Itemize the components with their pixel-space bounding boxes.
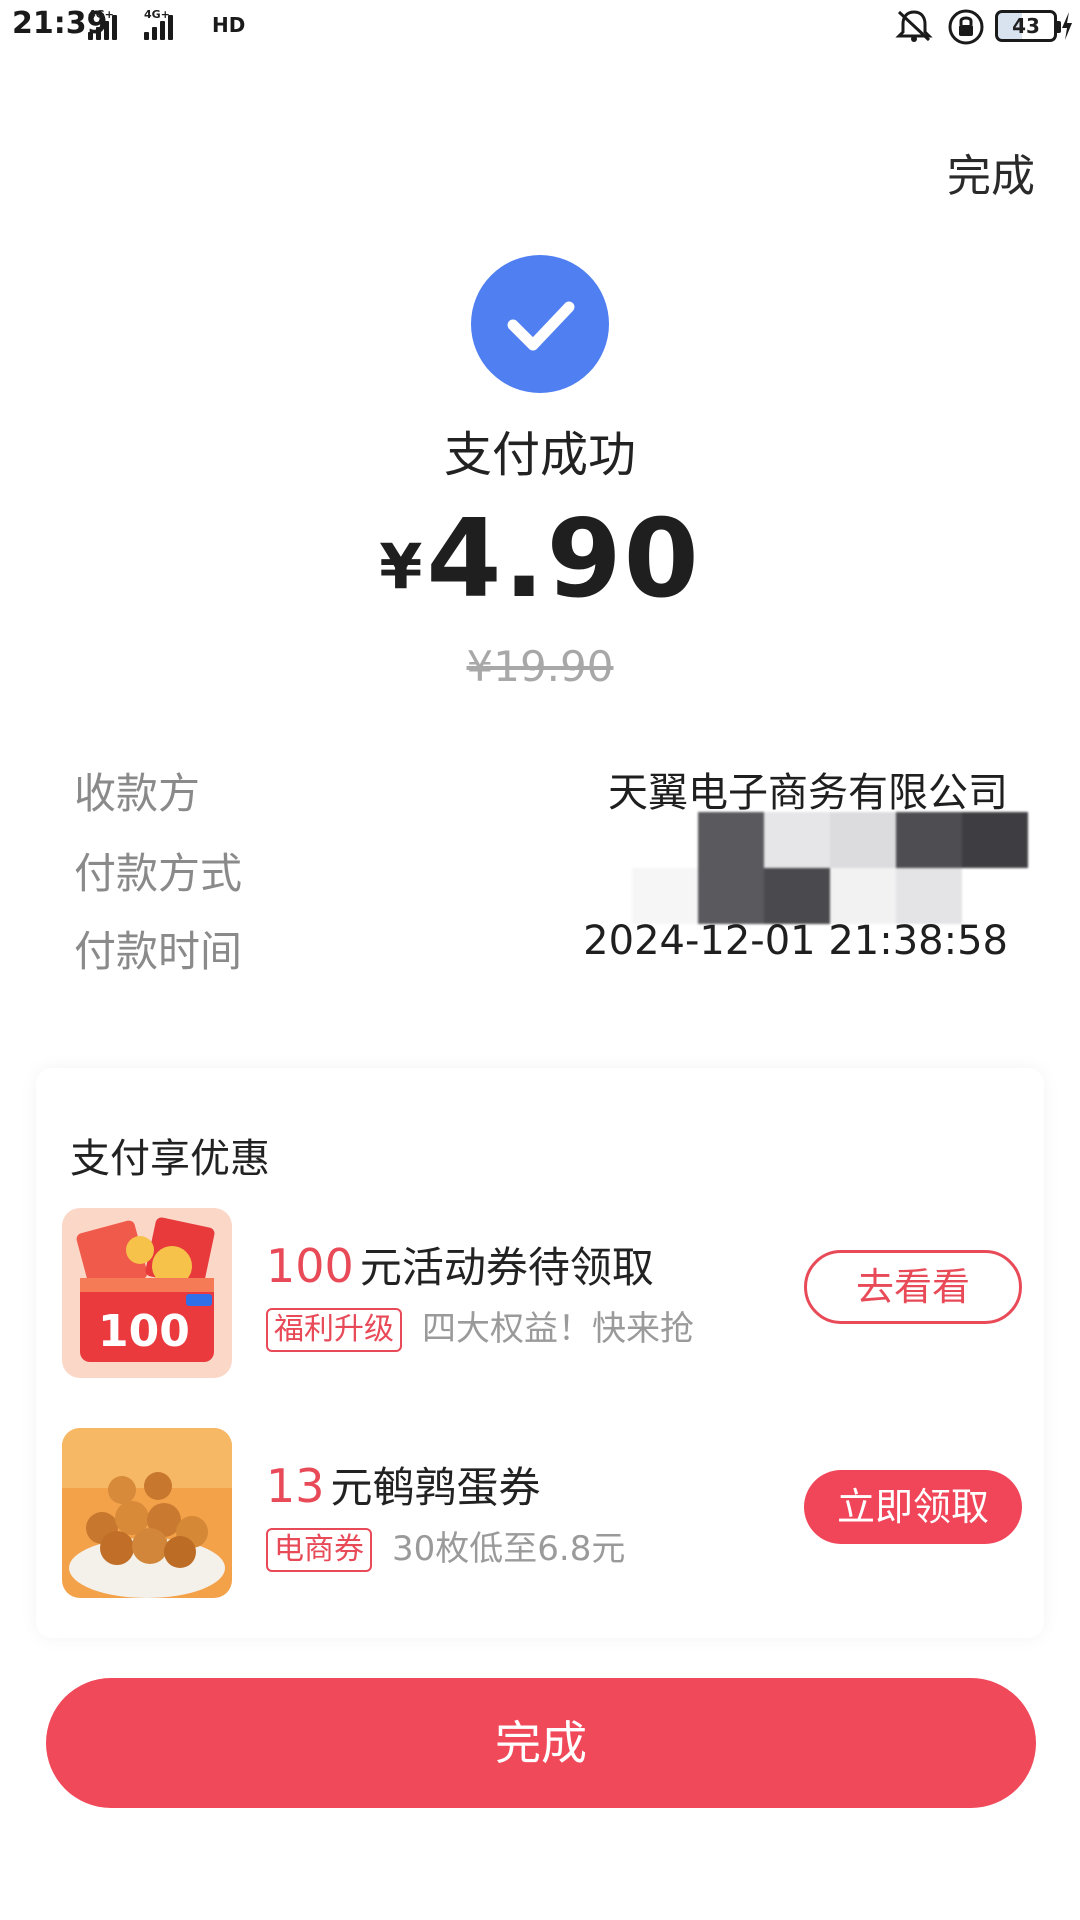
promotions-title: 支付享优惠: [70, 1136, 270, 1182]
rotation-lock-icon: [948, 9, 984, 45]
currency-symbol: ¥: [379, 530, 423, 603]
promo-headline-text: 元鹌鹑蛋券: [330, 1463, 541, 1512]
success-check-icon: [471, 255, 609, 393]
signal-icon: 4G+: [88, 8, 128, 40]
promo-tag: 电商券: [266, 1528, 372, 1572]
status-bar: 21:39 4G+ 4G+ HD 43: [0, 0, 1080, 56]
amount-value: 4.90: [426, 497, 701, 622]
payment-time-label: 付款时间: [74, 927, 243, 976]
promo-item-eggs: 13 元鹌鹑蛋券 电商券 30枚低至6.8元 立即领取: [62, 1428, 1022, 1598]
claim-coupon-button[interactable]: 立即领取: [804, 1470, 1022, 1544]
paid-amount: ¥4.90: [0, 497, 1080, 622]
signal-icon: 4G+: [144, 8, 184, 40]
thumb-100-text: 100: [98, 1306, 190, 1357]
header-done-button[interactable]: 完成: [947, 140, 1035, 204]
promo-headline-text: 元活动券待领取: [359, 1243, 654, 1292]
quail-eggs-thumbnail: [62, 1428, 232, 1598]
payment-success-title: 支付成功: [443, 427, 636, 483]
charging-icon: [1062, 12, 1072, 40]
done-button[interactable]: 完成: [46, 1678, 1036, 1808]
payee-row: 收款方 天翼电子商务有限公司: [74, 760, 1008, 818]
promo-headline: 13 元鹌鹑蛋券: [266, 1454, 541, 1515]
promotions-card: 支付享优惠 100 100元活动券待领取 福利升级 四大权益！快来抢 去看看: [36, 1068, 1044, 1638]
redacted-mosaic: [632, 812, 1028, 924]
promo-headline: 100 元活动券待领取: [266, 1234, 654, 1295]
original-price: ¥19.90: [466, 642, 614, 691]
battery-level: 43: [1012, 14, 1040, 38]
promo-description: 30枚低至6.8元: [392, 1529, 626, 1569]
signal-label: 4G+: [88, 8, 114, 21]
payee-value: 天翼电子商务有限公司: [608, 770, 1008, 816]
view-promo-button[interactable]: 去看看: [804, 1250, 1022, 1324]
promo-amount: 100: [266, 1239, 354, 1293]
promo-item-coupon: 100 100 元活动券待领取 福利升级 四大权益！快来抢 去看看: [62, 1208, 1022, 1378]
signal-label: 4G+: [144, 8, 170, 21]
promo-amount: 13: [266, 1459, 325, 1513]
payment-time-row: 付款时间 2024-12-01 21:38:58: [74, 918, 1008, 976]
payment-method-label: 付款方式: [74, 849, 243, 898]
payment-time-value: 2024-12-01 21:38:58: [583, 918, 1008, 964]
battery-icon: 43: [995, 10, 1061, 42]
mute-bell-icon: [895, 10, 933, 42]
promo-description: 四大权益！快来抢: [422, 1309, 694, 1349]
payee-label: 收款方: [74, 769, 201, 818]
hd-icon: HD: [212, 13, 246, 37]
red-envelope-thumbnail: 100: [62, 1208, 232, 1378]
promo-tag: 福利升级: [266, 1308, 402, 1352]
